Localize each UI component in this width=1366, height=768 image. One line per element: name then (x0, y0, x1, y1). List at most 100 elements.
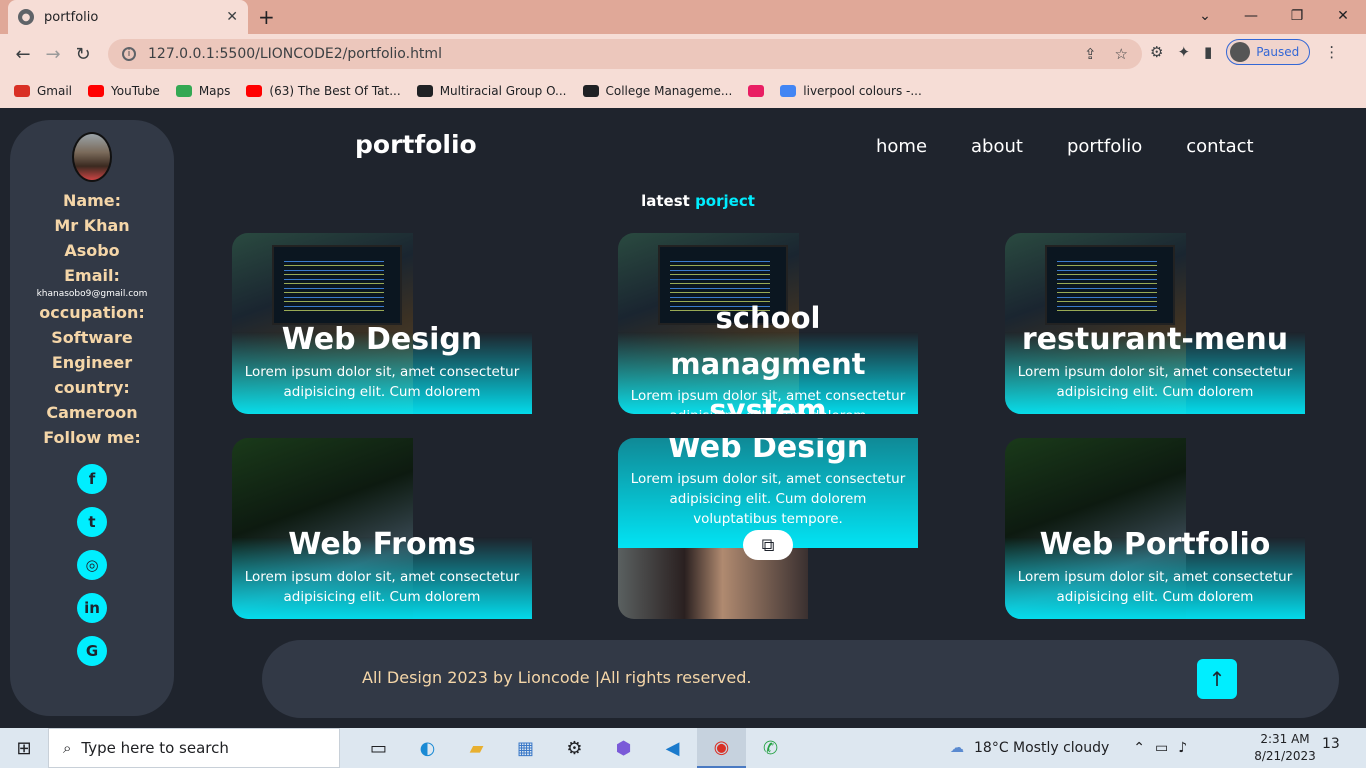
address-bar[interactable]: i 127.0.0.1:5500/LIONCODE2/portfolio.htm… (108, 39, 1142, 69)
country-label: country: (54, 378, 130, 397)
bookmark-maps[interactable]: Maps (175, 84, 231, 98)
profile-info: Name: Mr Khan Asobo Email: khanasobo9@gm… (32, 188, 152, 450)
project-desc: Lorem ipsum dolor sit, amet consectetur … (244, 364, 520, 400)
profile-button[interactable]: Paused (1226, 39, 1311, 65)
twitter-icon[interactable]: t (77, 507, 107, 537)
bookmark-star-icon[interactable]: ☆ (1115, 45, 1128, 63)
project-card[interactable]: Web Portfolio Lorem ipsum dolor sit, ame… (1005, 438, 1305, 619)
share-icon[interactable]: ⇪ (1084, 45, 1097, 63)
notifications-icon[interactable]: 13 (1322, 736, 1340, 752)
battery-icon[interactable]: ▭ (1155, 740, 1168, 756)
external-link-icon[interactable]: ⧉ (743, 530, 793, 560)
section-title: latest porject (0, 192, 1366, 210)
gmail-icon (14, 85, 30, 97)
reload-icon[interactable]: ↻ (68, 39, 98, 69)
bookmark-label: YouTube (111, 84, 160, 98)
nav-portfolio[interactable]: portfolio (1067, 136, 1142, 157)
bookmark-label: Gmail (37, 84, 73, 98)
restore-button[interactable]: ❐ (1274, 0, 1320, 32)
page-footer: All Design 2023 by Lioncode |All rights … (262, 640, 1339, 718)
project-desc: Lorem ipsum dolor sit, amet consectetur … (630, 471, 906, 527)
tab-title: portfolio (44, 9, 99, 25)
side-panel-icon[interactable]: ▮ (1204, 43, 1212, 61)
bookmark-college[interactable]: College Manageme... (582, 84, 733, 98)
project-title: Web Froms (288, 527, 476, 562)
profile-country: Cameroon (46, 403, 138, 422)
project-card-hovered[interactable]: Web Design Lorem ipsum dolor sit, amet c… (618, 438, 918, 619)
store-icon[interactable]: ▦ (501, 728, 550, 768)
edge-icon[interactable]: ◐ (403, 728, 452, 768)
chrome-icon[interactable]: ◉ (697, 728, 746, 768)
bookmark-robot[interactable] (748, 85, 765, 97)
url-text[interactable]: 127.0.0.1:5500/LIONCODE2/portfolio.html (148, 46, 442, 62)
tab-search-icon[interactable]: ⌄ (1182, 0, 1228, 32)
nav-contact[interactable]: contact (1186, 136, 1253, 157)
project-title: Web Design (281, 322, 483, 357)
weather-text[interactable]: 18°C Mostly cloudy (974, 740, 1109, 756)
extensions-puzzle-icon[interactable]: ✦ (1177, 43, 1190, 61)
info-icon[interactable]: i (122, 47, 136, 61)
vscode-icon[interactable]: ◀ (648, 728, 697, 768)
volume-icon[interactable]: ♪ (1178, 740, 1187, 756)
bookmark-multiracial[interactable]: Multiracial Group O... (416, 84, 567, 98)
bookmarks-bar: Gmail YouTube Maps (63) The Best Of Tat.… (0, 74, 1366, 108)
windows-start-icon[interactable]: ⊞ (0, 728, 48, 768)
bookmark-label: liverpool colours -... (803, 84, 922, 98)
project-desc: Lorem ipsum dolor sit, amet consectetur … (1017, 364, 1293, 400)
google-icon[interactable]: G (77, 636, 107, 666)
menu-kebab-icon[interactable]: ⋮ (1324, 43, 1339, 61)
nav-home[interactable]: home (876, 136, 927, 157)
windows-taskbar: ⊞ ⌕ Type here to search ▭ ◐ ▰ ▦ ⚙ ⬢ ◀ ◉ … (0, 728, 1366, 768)
search-icon: ⌕ (63, 739, 72, 757)
weather-cloud-icon[interactable]: ☁ (950, 740, 964, 756)
task-view-icon[interactable]: ▭ (354, 728, 403, 768)
co-logo-icon (582, 85, 599, 97)
project-desc: Lorem ipsum dolor sit, amet consectetur … (244, 569, 520, 605)
site-logo[interactable]: portfolio (355, 130, 477, 159)
facebook-icon[interactable]: f (77, 464, 107, 494)
is-logo-icon (416, 85, 433, 97)
taskbar-clock[interactable]: 2:31 AM 8/21/2023 (1250, 731, 1320, 765)
project-card[interactable]: Web Froms Lorem ipsum dolor sit, amet co… (232, 438, 532, 619)
forward-arrow-icon[interactable]: → (38, 39, 68, 69)
app-hexagon-icon[interactable]: ⬢ (599, 728, 648, 768)
project-card[interactable]: school managment system Lorem ipsum dolo… (618, 233, 918, 414)
email-label: Email: (64, 266, 120, 285)
profile-email: khanasobo9@gmail.com (36, 289, 148, 299)
close-tab-icon[interactable]: ✕ (226, 9, 238, 25)
project-card[interactable]: resturant-menu Lorem ipsum dolor sit, am… (1005, 233, 1305, 414)
extension-robot-icon[interactable]: ⚙ (1150, 43, 1163, 61)
browser-tab[interactable]: ● portfolio ✕ (8, 0, 248, 34)
portfolio-page: Name: Mr Khan Asobo Email: khanasobo9@gm… (0, 108, 1366, 728)
project-card[interactable]: Web Design Lorem ipsum dolor sit, amet c… (232, 233, 532, 414)
bookmark-video[interactable]: (63) The Best Of Tat... (246, 84, 401, 98)
linkedin-icon[interactable]: in (77, 593, 107, 623)
laptop-screen (1045, 245, 1175, 325)
bookmark-youtube[interactable]: YouTube (88, 84, 160, 98)
scroll-top-button[interactable]: ↑ (1197, 659, 1237, 699)
laptop-screen (272, 245, 402, 325)
bookmark-label: College Manageme... (605, 84, 733, 98)
close-window-button[interactable]: ✕ (1320, 0, 1366, 32)
project-title: Web Design (667, 438, 869, 465)
tab-strip: ● portfolio ✕ + ⌄ — ❐ ✕ (0, 0, 1366, 34)
whatsapp-icon[interactable]: ✆ (746, 728, 795, 768)
taskbar-apps: ▭ ◐ ▰ ▦ ⚙ ⬢ ◀ ◉ ✆ (354, 728, 795, 768)
bookmark-label: Maps (198, 84, 231, 98)
toolbar-right: ⚙ ✦ ▮ Paused ⋮ (1150, 39, 1339, 65)
youtube-icon (88, 85, 105, 97)
system-tray: ☁ 18°C Mostly cloudy ⌃ ▭ ♪ (950, 728, 1187, 768)
chevron-up-icon[interactable]: ⌃ (1133, 740, 1145, 756)
bookmark-liverpool[interactable]: liverpool colours -... (780, 84, 922, 98)
new-tab-button[interactable]: + (258, 5, 275, 29)
globe-icon: ● (18, 9, 34, 25)
nav-about[interactable]: about (971, 136, 1023, 157)
social-links: f t ◎ in G (77, 464, 107, 666)
bookmark-gmail[interactable]: Gmail (14, 84, 72, 98)
back-arrow-icon[interactable]: ← (8, 39, 38, 69)
taskbar-search[interactable]: ⌕ Type here to search (48, 728, 340, 768)
minimize-button[interactable]: — (1228, 0, 1274, 32)
settings-gear-icon[interactable]: ⚙ (550, 728, 599, 768)
instagram-icon[interactable]: ◎ (77, 550, 107, 580)
file-explorer-icon[interactable]: ▰ (452, 728, 501, 768)
